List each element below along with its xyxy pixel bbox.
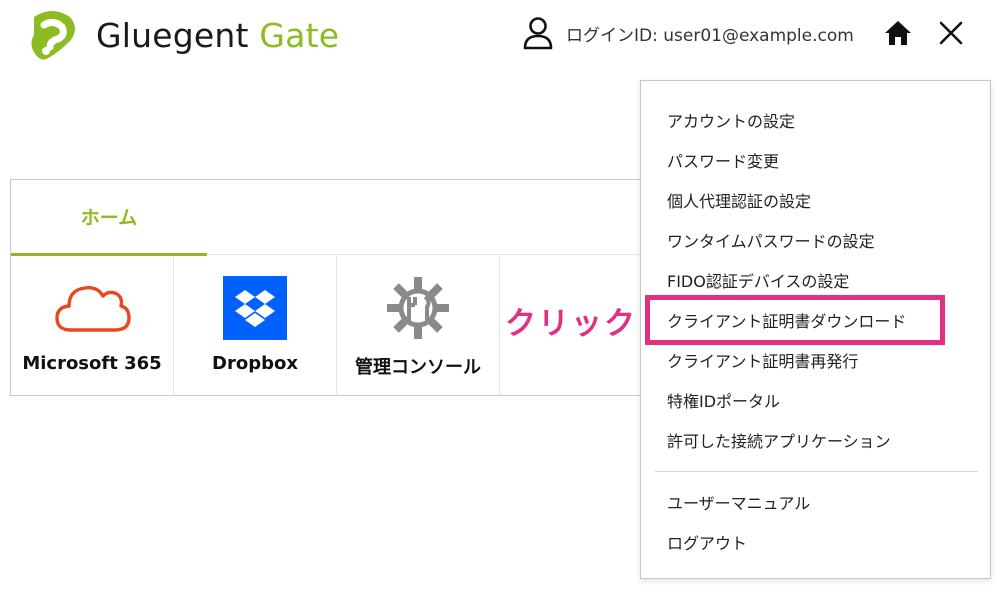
gear-wrench-icon bbox=[378, 276, 458, 340]
logo-text: Gluegent Gate bbox=[96, 16, 339, 55]
menu-item-client-cert-reissue[interactable]: クライアント証明書再発行 bbox=[667, 350, 858, 374]
logo-word-gate: Gate bbox=[259, 15, 340, 55]
cloud-icon bbox=[52, 276, 132, 340]
click-annotation: クリック bbox=[505, 306, 637, 342]
app-tile-admin-console[interactable]: 管理コンソール bbox=[337, 256, 500, 396]
menu-item-fido-settings[interactable]: FIDO認証デバイスの設定 bbox=[667, 270, 849, 294]
login-id-label: ログインID: user01@example.com bbox=[566, 25, 854, 46]
menu-item-logout[interactable]: ログアウト bbox=[667, 532, 747, 556]
user-menu: アカウントの設定 パスワード変更 個人代理認証の設定 ワンタイムパスワードの設定… bbox=[640, 80, 991, 579]
menu-item-proxy-auth-settings[interactable]: 個人代理認証の設定 bbox=[667, 190, 811, 214]
menu-item-change-password[interactable]: パスワード変更 bbox=[667, 150, 779, 174]
app-tile-dropbox[interactable]: Dropbox bbox=[174, 256, 337, 396]
menu-item-privileged-id-portal[interactable]: 特権IDポータル bbox=[667, 390, 780, 414]
app-logo[interactable]: Gluegent Gate bbox=[24, 6, 339, 64]
dropbox-icon bbox=[215, 276, 295, 340]
menu-item-account-settings[interactable]: アカウントの設定 bbox=[667, 110, 795, 134]
menu-item-user-manual[interactable]: ユーザーマニュアル bbox=[667, 492, 810, 516]
gluegent-logo-icon bbox=[31, 11, 75, 60]
menu-item-client-cert-download[interactable]: クライアント証明書ダウンロード bbox=[667, 310, 906, 334]
menu-item-allowed-apps[interactable]: 許可した接続アプリケーション bbox=[667, 430, 891, 454]
app-label-admin-console: 管理コンソール bbox=[355, 357, 481, 378]
app-tile-microsoft-365[interactable]: Microsoft 365 bbox=[11, 256, 174, 396]
menu-divider bbox=[655, 471, 978, 472]
user-info: ログインID: user01@example.com bbox=[522, 14, 854, 52]
close-icon[interactable] bbox=[937, 19, 965, 47]
logo-word-gluegent: Gluegent bbox=[96, 15, 249, 55]
menu-item-otp-settings[interactable]: ワンタイムパスワードの設定 bbox=[667, 230, 875, 254]
app-label-microsoft-365: Microsoft 365 bbox=[22, 353, 162, 374]
user-icon bbox=[523, 17, 553, 50]
app-label-dropbox: Dropbox bbox=[212, 353, 298, 374]
tab-divider bbox=[207, 254, 649, 255]
tab-home[interactable]: ホーム bbox=[11, 180, 207, 256]
app-list: Microsoft 365 Dropbox 管理コンソール bbox=[11, 256, 500, 396]
app-panel: ホーム Microsoft 365 Dropbox 管理コンソール bbox=[10, 179, 650, 396]
home-icon[interactable] bbox=[883, 19, 913, 47]
